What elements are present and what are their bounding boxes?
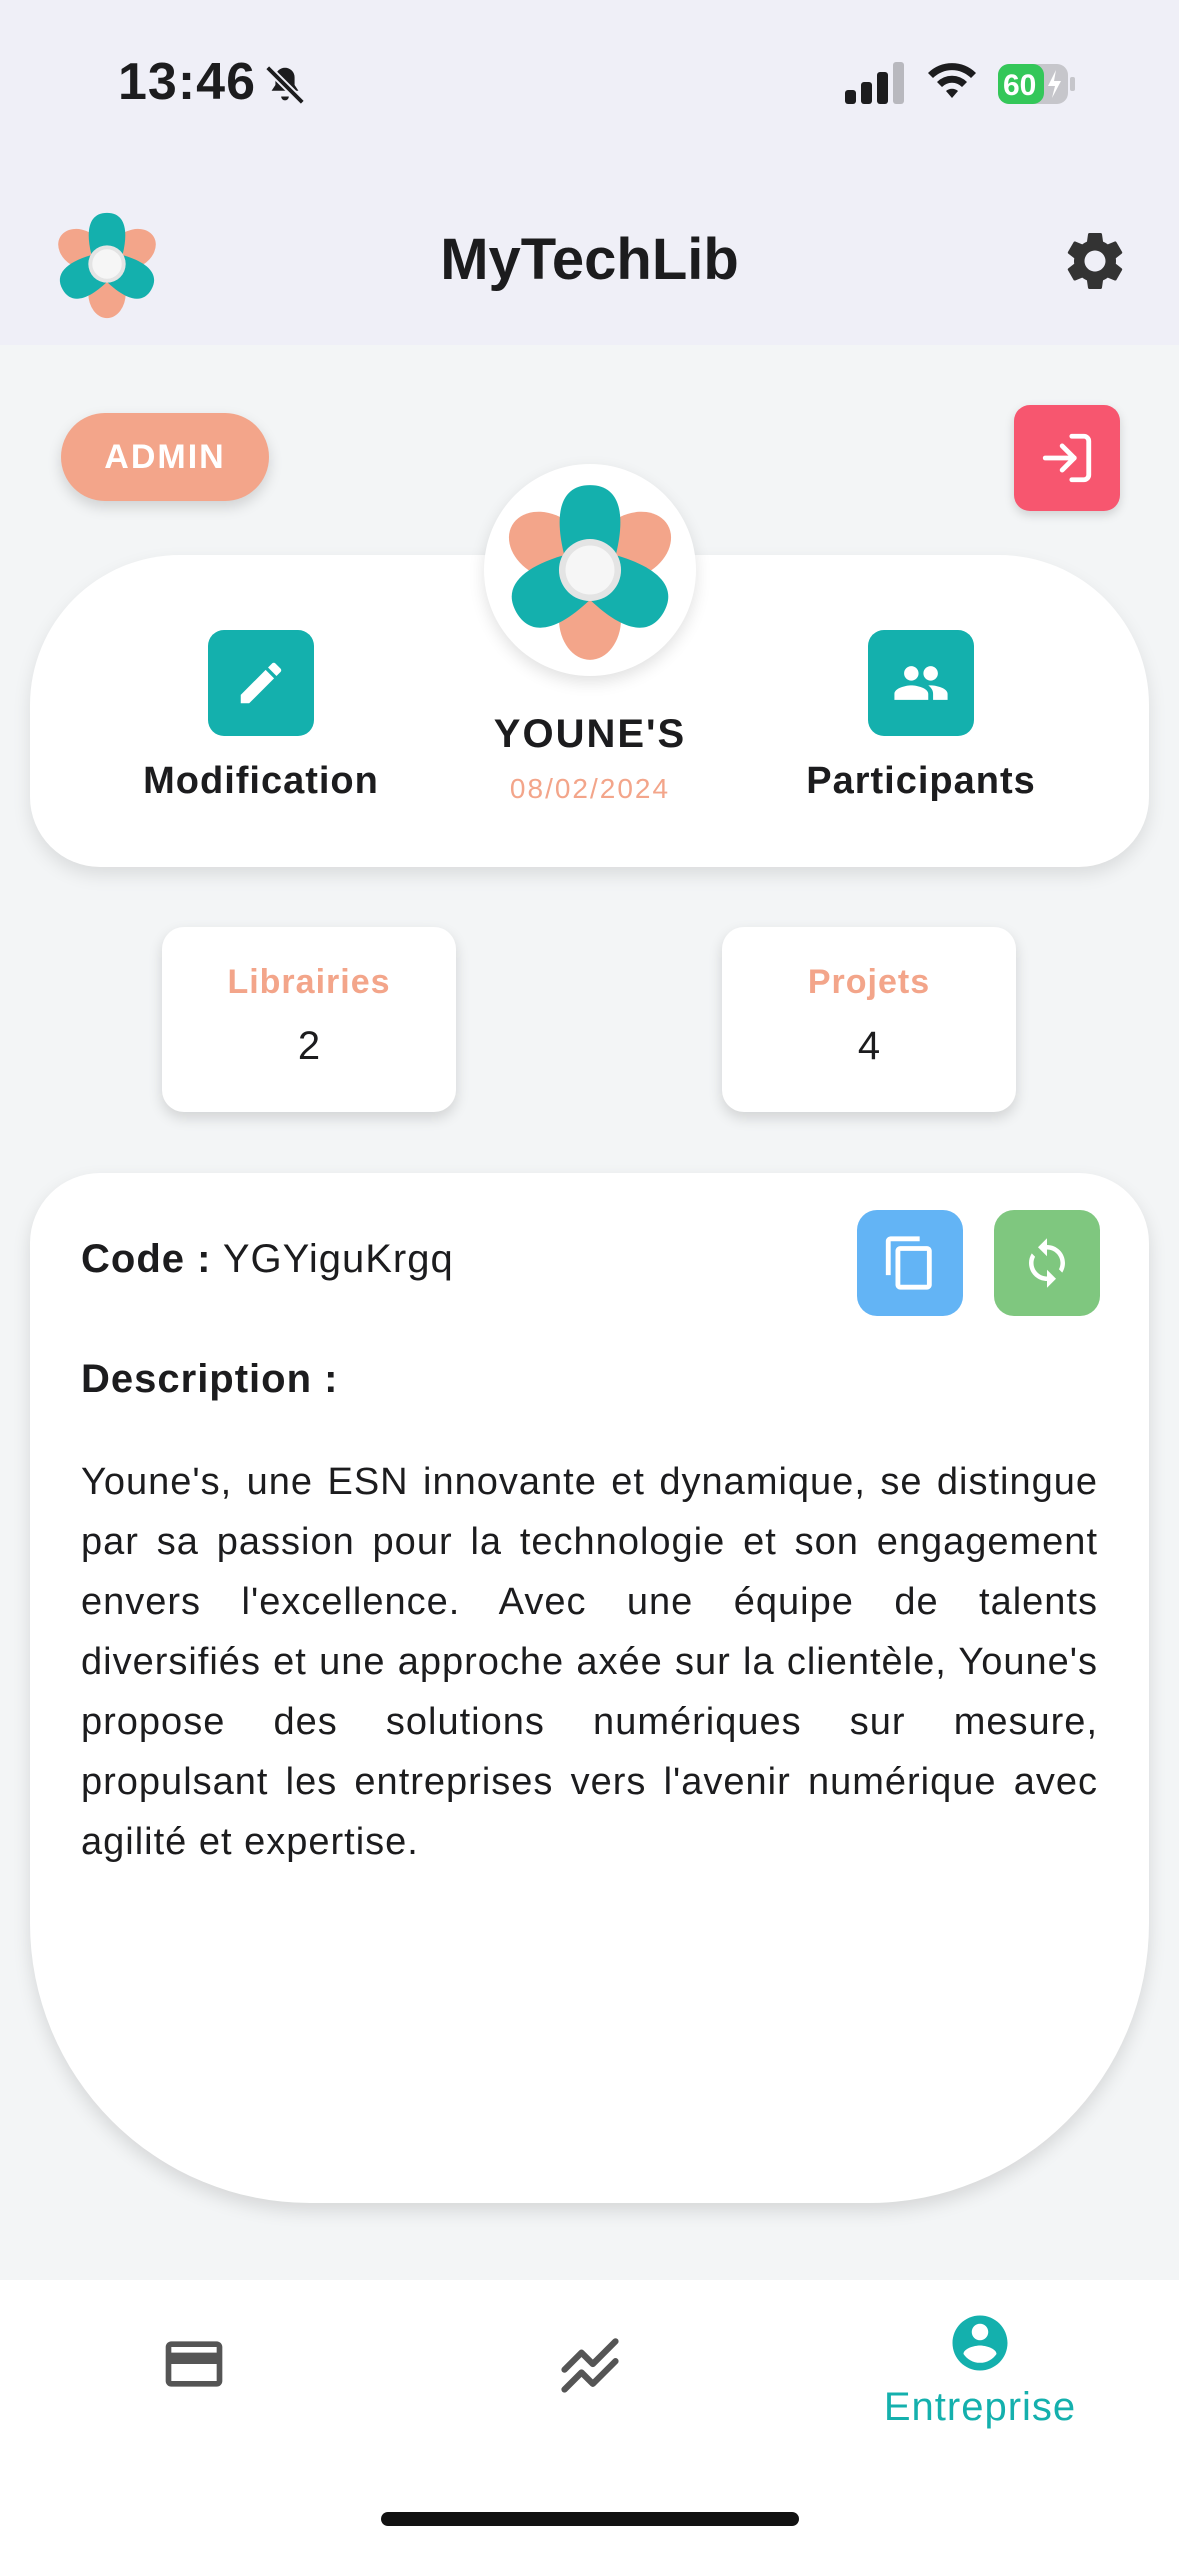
participants-button[interactable] — [868, 630, 974, 736]
copy-code-button[interactable] — [857, 1210, 963, 1316]
status-time: 13:46 — [118, 53, 256, 111]
nav-item-card[interactable] — [160, 2330, 228, 2403]
nav-label-entreprise: Entreprise — [883, 2385, 1077, 2429]
copy-icon — [885, 1236, 932, 1290]
edit-button[interactable] — [208, 630, 314, 736]
stat-label: Projets — [807, 963, 931, 1001]
description-text: Youne's, une ESN innovante et dynamique,… — [81, 1461, 1098, 1863]
settings-gear-icon[interactable] — [1060, 226, 1130, 296]
code-value: YGYiguKrgq — [222, 1237, 454, 1281]
trending-chart-icon — [561, 2338, 619, 2393]
company-date: 08/02/2024 — [509, 773, 671, 804]
people-icon — [894, 666, 948, 700]
wifi-icon — [928, 63, 976, 98]
code-label: Code : — [81, 1237, 212, 1281]
participants-action[interactable]: Participants — [771, 630, 1071, 803]
stat-librairies[interactable]: Librairies 2 — [162, 927, 456, 1112]
logout-button[interactable] — [1014, 405, 1120, 511]
bell-muted-icon — [265, 65, 305, 105]
description-label: Description : — [81, 1357, 339, 1401]
stat-label: Librairies — [227, 963, 391, 1001]
stat-projets[interactable]: Projets 4 — [722, 927, 1016, 1112]
regenerate-code-button[interactable] — [994, 1210, 1100, 1316]
battery-icon: 60 — [998, 64, 1075, 104]
refresh-icon — [1029, 1238, 1065, 1288]
stat-value: 4 — [857, 1024, 881, 1068]
stat-value: 2 — [297, 1024, 321, 1068]
nav-item-entreprise[interactable]: Entreprise — [860, 2310, 1100, 2430]
edit-label: Modification — [143, 760, 379, 802]
participants-label: Participants — [806, 760, 1036, 802]
company-logo — [484, 464, 696, 676]
company-name: YOUNE'S — [493, 712, 687, 756]
credit-card-icon — [165, 2341, 223, 2387]
home-indicator — [381, 2512, 799, 2526]
code-row: Code : YGYiguKrgq — [81, 1237, 454, 1282]
pencil-icon — [240, 662, 282, 704]
edit-action[interactable]: Modification — [111, 630, 411, 803]
nav-item-stats[interactable] — [556, 2330, 624, 2403]
app-title: MyTechLib — [440, 227, 739, 292]
battery-level: 60 — [1003, 69, 1036, 102]
logout-icon — [1042, 433, 1092, 483]
role-badge: ADMIN — [61, 413, 269, 501]
account-circle-icon — [952, 2315, 1008, 2371]
signal-icon — [845, 62, 904, 104]
company-logo-icon — [508, 485, 672, 660]
